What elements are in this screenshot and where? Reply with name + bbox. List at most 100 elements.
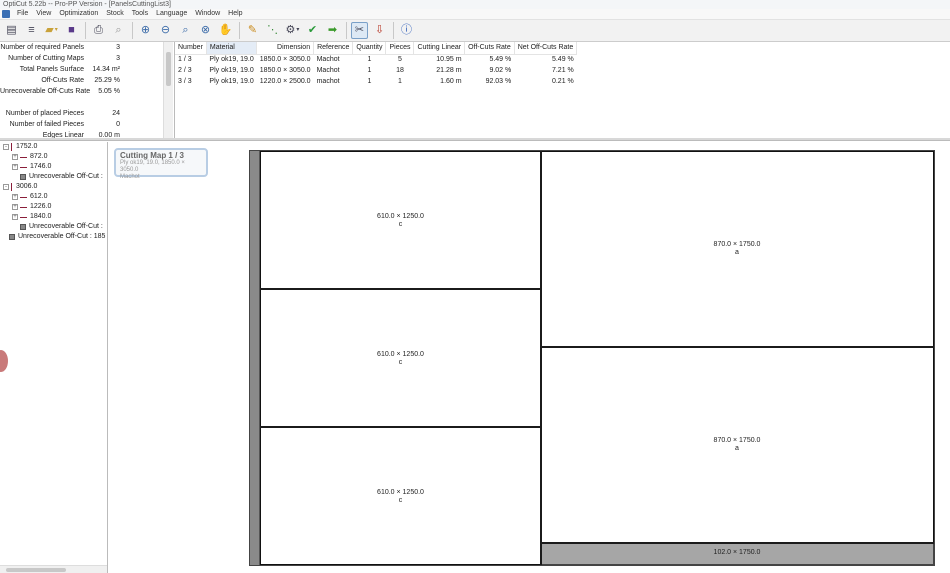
collapse-icon[interactable]: -: [3, 184, 9, 190]
expand-icon[interactable]: +: [12, 214, 18, 220]
tree-node-label: 1226.0: [30, 203, 52, 210]
strip-icon: [20, 196, 27, 198]
tree-node[interactable]: +1746.0: [12, 162, 51, 172]
cell-net-offcuts-rate: 5.49 %: [551, 56, 574, 64]
expand-icon[interactable]: +: [12, 204, 18, 210]
tree-node[interactable]: +1840.0: [12, 212, 51, 222]
zoom-fit-icon[interactable]: ⌕: [177, 22, 194, 39]
stat-label: Off-Cuts Rate: [41, 77, 84, 84]
tree-node[interactable]: - 3006.0: [3, 182, 37, 192]
cell-reference: machot: [316, 78, 340, 85]
column-offcuts-rate[interactable]: Off-Cuts Rate: [464, 42, 515, 55]
column-dimension[interactable]: Dimension: [256, 42, 315, 55]
list-icon[interactable]: ≡: [23, 22, 40, 39]
print-icon[interactable]: ⎙: [90, 22, 107, 39]
column-net-offcuts-rate[interactable]: Net Off-Cuts Rate: [514, 42, 578, 55]
column-reference[interactable]: Reference: [313, 42, 354, 55]
tree-node-label: Unrecoverable Off-Cut :: [29, 223, 103, 230]
scrollbar-thumb[interactable]: [6, 568, 66, 572]
edit-icon[interactable]: ✎: [244, 22, 261, 39]
expand-icon[interactable]: +: [12, 164, 18, 170]
tree-node[interactable]: - 1752.0: [3, 142, 37, 152]
zoom-select-icon[interactable]: ⊗: [197, 22, 214, 39]
horizontal-splitter[interactable]: [0, 138, 950, 141]
cell-quantity: 1: [367, 78, 372, 85]
menu-optimization[interactable]: Optimization: [55, 9, 102, 19]
panels-list-icon[interactable]: ▤: [3, 22, 20, 39]
piece-c[interactable]: 610.0 × 1250.0 c: [260, 151, 541, 289]
table-row[interactable]: 3 / 3 Ply ok19, 19.0 1220.0 × 2500.0 mac…: [175, 76, 577, 87]
tree-node-label: Unrecoverable Off-Cut :: [29, 173, 103, 180]
menu-stock[interactable]: Stock: [102, 9, 128, 19]
piece-c[interactable]: 610.0 × 1250.0 c: [260, 426, 541, 565]
export-icon[interactable]: ⇩: [371, 22, 388, 39]
piece-reference: a: [735, 249, 739, 256]
print-preview-icon[interactable]: ⌕: [110, 22, 127, 39]
offcut-strip[interactable]: 102.0 × 1750.0: [540, 542, 934, 565]
stat-value: 0.00 m: [98, 132, 120, 138]
cell-number: 3 / 3: [178, 78, 192, 85]
cell-cutting-linear: 10.95 m: [436, 56, 462, 64]
cutting-map-label[interactable]: Cutting Map 1 / 3 Ply ok19, 19.0, 1850.0…: [114, 148, 208, 180]
open-folder-icon[interactable]: ▰ ▾: [43, 22, 60, 39]
stat-label: Number of Cutting Maps: [8, 55, 84, 62]
pan-hand-icon[interactable]: ✋: [217, 22, 234, 39]
piece-reference: c: [398, 497, 403, 504]
column-material[interactable]: Material: [206, 42, 258, 55]
tree-node[interactable]: Unrecoverable Off-Cut : 185: [9, 232, 105, 242]
column-number[interactable]: Number: [175, 42, 207, 55]
menu-file[interactable]: File: [13, 9, 32, 19]
tree-layout-icon[interactable]: ⋱: [264, 22, 281, 39]
stat-label: Number of placed Pieces: [5, 110, 84, 117]
table-row[interactable]: 1 / 3 Ply ok19, 19.0 1850.0 × 3050.0 Mac…: [175, 54, 577, 65]
column-cutting-linear[interactable]: Cutting Linear: [413, 42, 466, 55]
tree-node[interactable]: Unrecoverable Off-Cut :: [20, 222, 103, 232]
map-reference: Machot: [120, 174, 140, 180]
column-pieces[interactable]: Pieces: [385, 42, 415, 55]
cell-cutting-linear: 21.28 m: [436, 67, 462, 74]
tree-node[interactable]: +1226.0: [12, 202, 51, 212]
offcut-square-icon: [20, 174, 26, 180]
save-icon[interactable]: ■: [63, 22, 80, 39]
cell-material: Ply ok19, 19.0: [209, 78, 254, 85]
stat-row: Number of required Panels 3: [0, 42, 162, 53]
piece-c[interactable]: 610.0 × 1250.0 c: [260, 288, 541, 427]
stat-row: Number of Cutting Maps 3: [0, 53, 162, 64]
piece-a[interactable]: 870.0 × 1750.0 a: [540, 151, 934, 347]
menu-help[interactable]: Help: [224, 9, 246, 19]
statistics-panel: Number of required Panels 3 Number of Cut…: [0, 42, 162, 138]
zoom-in-icon[interactable]: ⊕: [137, 22, 154, 39]
piece-a[interactable]: 870.0 × 1750.0 a: [540, 346, 934, 543]
tree-node[interactable]: Unrecoverable Off-Cut :: [20, 172, 103, 182]
statistics-scrollbar[interactable]: [163, 42, 173, 138]
validate-icon[interactable]: ✔: [304, 22, 321, 39]
menu-window[interactable]: Window: [191, 9, 224, 19]
app-icon[interactable]: [2, 10, 10, 18]
piece-reference: a: [735, 445, 739, 452]
tree-node[interactable]: +612.0: [12, 192, 48, 202]
menu-tools[interactable]: Tools: [128, 9, 152, 19]
stat-label: Edges Linear: [42, 132, 84, 138]
map-material: Ply ok19, 19.0, 1850.0 × 3050.0: [120, 160, 185, 173]
expand-icon[interactable]: +: [12, 154, 18, 160]
cutting-map-icon[interactable]: ✂: [351, 22, 368, 39]
tree-node[interactable]: +872.0: [12, 152, 48, 162]
scrollbar-thumb[interactable]: [166, 52, 171, 86]
cell-material: Ply ok19, 19.0: [209, 56, 254, 64]
cell-reference: Machot: [316, 56, 340, 64]
column-quantity[interactable]: Quantity: [352, 42, 387, 55]
settings-gears-icon[interactable]: ⚙ ▾: [284, 22, 301, 39]
tree-horizontal-scrollbar[interactable]: [0, 565, 107, 573]
zoom-out-icon[interactable]: ⊖: [157, 22, 174, 39]
menu-view[interactable]: View: [32, 9, 55, 19]
piece-dimension: 870.0 × 1750.0: [713, 437, 761, 444]
cell-dimension: 1850.0 × 3050.0: [259, 56, 311, 64]
expand-icon[interactable]: +: [12, 194, 18, 200]
menu-language[interactable]: Language: [152, 9, 191, 19]
table-row[interactable]: 2 / 3 Ply ok19, 19.0 1850.0 × 3050.0 Mac…: [175, 65, 577, 76]
collapse-icon[interactable]: -: [3, 144, 9, 150]
run-optimization-icon[interactable]: ➡: [324, 22, 341, 39]
info-icon[interactable]: ⓘ: [398, 22, 415, 39]
piece-dimension: 610.0 × 1250.0: [377, 489, 424, 496]
toolbar-separator: [346, 22, 347, 39]
